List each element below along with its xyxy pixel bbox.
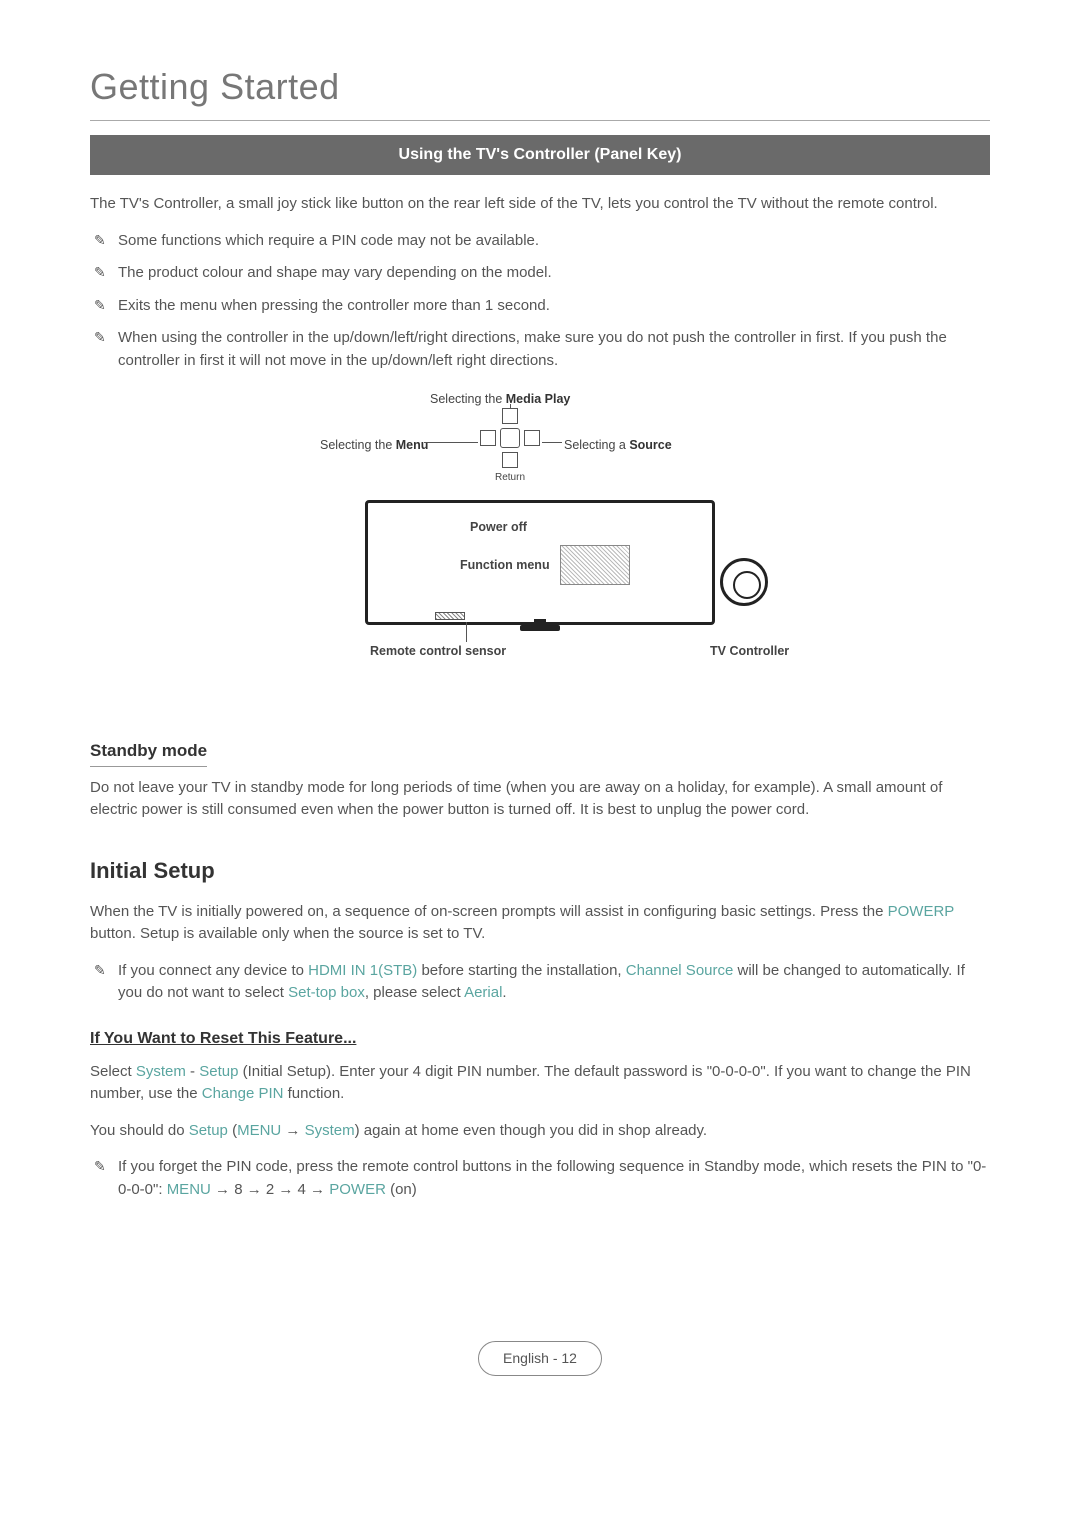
initial-setup-notes: If you connect any device to HDMI IN 1(S… [90,960,990,1005]
leader-line [466,622,467,642]
reset-notes: If you forget the PIN code, press the re… [90,1156,990,1201]
note-item: The product colour and shape may vary de… [90,262,990,285]
keyword-menu: MENU [167,1181,211,1198]
pad-right-icon [524,430,540,446]
keyword-system: System [305,1122,355,1139]
note-item: When using the controller in the up/down… [90,327,990,372]
text-run: → 8 → 2 → 4 → [211,1181,329,1198]
note-item: Exits the menu when pressing the control… [90,295,990,318]
keyword-system: System [136,1063,186,1080]
standby-text: Do not leave your TV in standby mode for… [90,777,990,822]
text-run: If you connect any device to [118,962,308,979]
note-item: Some functions which require a PIN code … [90,230,990,253]
initial-setup-paragraph: When the TV is initially powered on, a s… [90,901,990,946]
text-run: , please select [365,984,464,1001]
reset-paragraph-2: You should do Setup (MENU → System) agai… [90,1120,990,1143]
label-power-off: Power off [470,518,527,537]
text-run: before starting the installation, [417,962,625,979]
keyword-aerial: Aerial [464,984,502,1001]
keyword-setup: Setup [189,1122,228,1139]
reset-heading: If You Want to Reset This Feature... [90,1027,990,1051]
label-text: Selecting the [320,438,396,452]
label-menu: Selecting the Menu [320,436,428,455]
label-function-menu: Function menu [460,556,550,575]
label-media-play: Selecting the Media Play [430,390,570,409]
label-bold: Media Play [506,392,571,406]
text-run: (on) [386,1181,417,1198]
pad-left-icon [480,430,496,446]
keyword-settop: Set-top box [288,984,365,1001]
text-run: When the TV is initially powered on, a s… [90,903,888,920]
remote-sensor-icon [435,612,465,620]
keyword-menu: MENU [237,1122,281,1139]
text-run: ) again at home even though you did in s… [355,1122,707,1139]
tv-controller-icon [720,558,768,606]
leader-line [424,442,478,443]
pad-center-icon [500,428,520,448]
text-run: You should do [90,1122,189,1139]
keyword-hdmi: HDMI IN 1(STB) [308,962,417,979]
function-menu-icon [560,545,630,585]
note-item: If you connect any device to HDMI IN 1(S… [90,960,990,1005]
keyword-change-pin: Change PIN [202,1085,284,1102]
intro-paragraph: The TV's Controller, a small joy stick l… [90,193,990,216]
text-run: button. Setup is available only when the… [90,925,485,942]
label-return: Return [495,470,525,485]
pad-up-icon [502,408,518,424]
keyword-setup: Setup [199,1063,238,1080]
label-text: Selecting a [564,438,629,452]
section-bar: Using the TV's Controller (Panel Key) [90,135,990,175]
text-run: → [281,1122,304,1139]
standby-heading: Standby mode [90,738,207,767]
pad-down-icon [502,452,518,468]
keyword-power: POWER [888,903,945,920]
text-run: . [502,984,506,1001]
page-footer: English - 12 [90,1341,990,1376]
keyword-channel-source: Channel Source [626,962,734,979]
initial-setup-heading: Initial Setup [90,854,990,887]
label-tv-controller: TV Controller [710,642,789,661]
note-item: If you forget the PIN code, press the re… [90,1156,990,1201]
label-bold: Menu [396,438,429,452]
leader-line [542,442,562,443]
text-run: Select [90,1063,136,1080]
text-run: function. [283,1085,344,1102]
label-remote-sensor: Remote control sensor [370,642,506,661]
keyword-power: POWER [329,1181,386,1198]
power-symbol: P [944,903,954,920]
tv-stand-icon [520,625,560,631]
label-source: Selecting a Source [564,436,672,455]
text-run: ( [228,1122,237,1139]
controller-diagram: Selecting the Media Play Selecting the M… [180,390,900,670]
reset-paragraph-1: Select System - Setup (Initial Setup). E… [90,1061,990,1106]
label-bold: Source [629,438,671,452]
page-number-badge: English - 12 [478,1341,602,1376]
text-run: - [186,1063,199,1080]
note-list: Some functions which require a PIN code … [90,230,990,373]
chapter-title: Getting Started [90,60,990,114]
controller-pad-icon [480,408,540,468]
title-underline [90,120,990,121]
label-text: Selecting the [430,392,506,406]
